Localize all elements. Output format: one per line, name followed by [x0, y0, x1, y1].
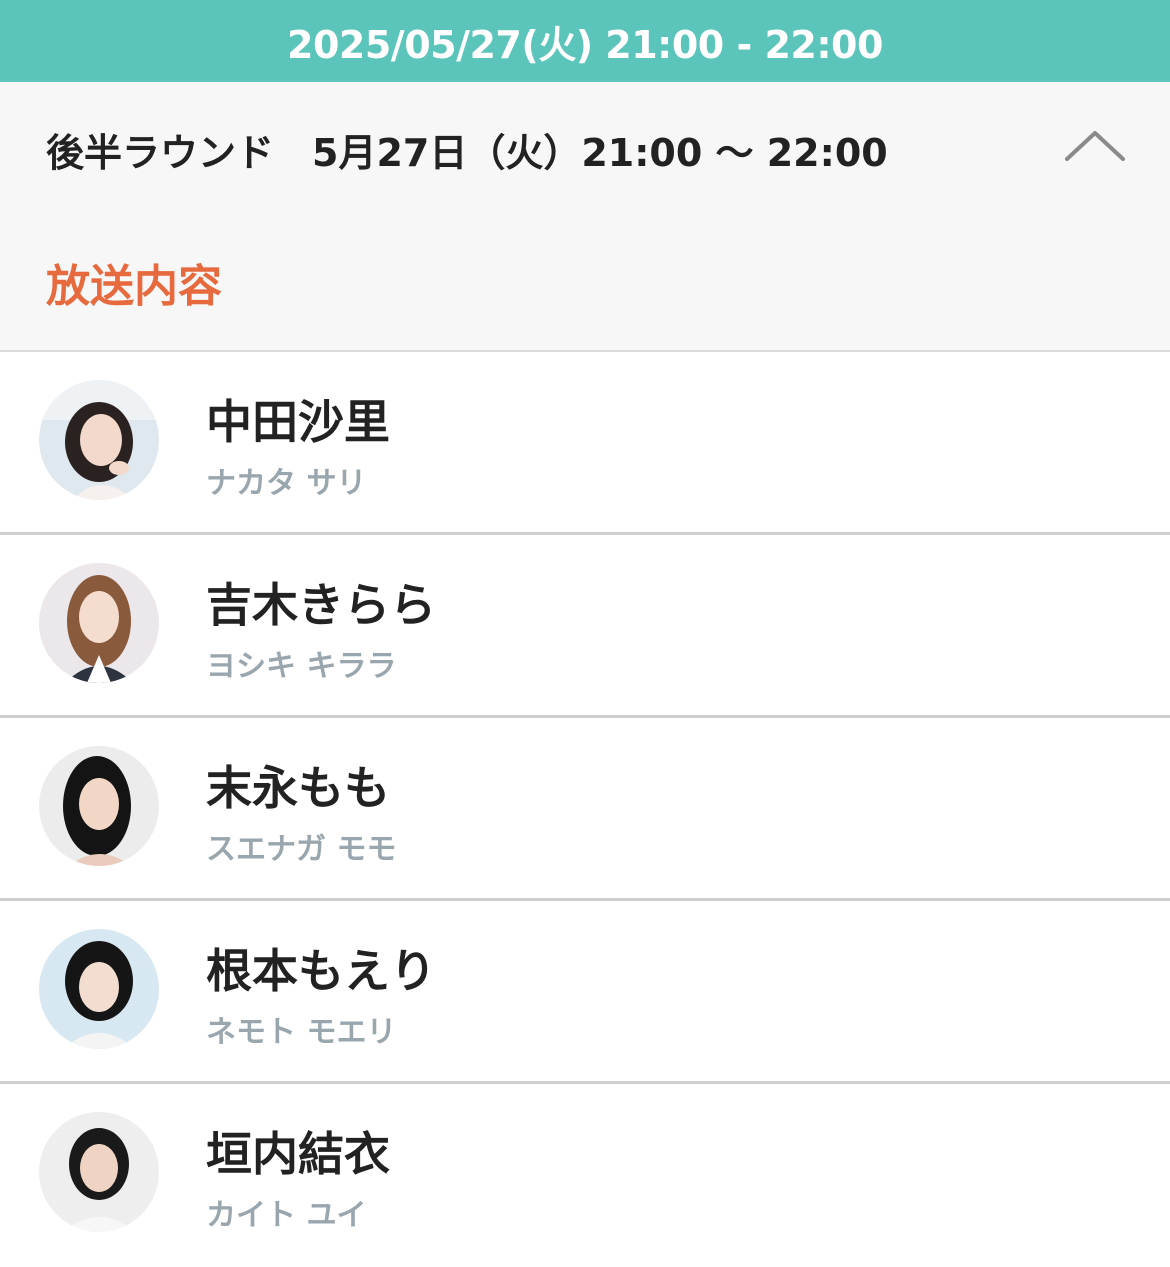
performer-kana: スエナガ モモ — [206, 832, 397, 867]
collapse-button[interactable] — [1058, 120, 1132, 170]
performer-kana: ネモト モエリ — [206, 1015, 397, 1050]
avatar — [39, 746, 159, 866]
performer-name: 根本もえり — [206, 944, 436, 998]
performer-name: 垣内結衣 — [206, 1127, 390, 1181]
schedule-datetime: 2025/05/27(火) 21:00 - 22:00 — [287, 22, 883, 67]
avatar — [39, 929, 159, 1049]
performer-kana: ナカタ サリ — [206, 466, 367, 501]
performer-row[interactable]: 根本もえり ネモト モエリ — [0, 901, 1170, 1084]
avatar — [39, 563, 159, 683]
performer-kana: ヨシキ キララ — [206, 649, 397, 684]
broadcast-content-label: 放送内容 — [46, 261, 222, 312]
round-title[interactable]: 後半ラウンド 5月27日（火）21:00 〜 22:00 — [46, 122, 888, 177]
avatar — [39, 380, 159, 500]
performer-name: 末永もも — [206, 761, 390, 815]
round-section: 後半ラウンド 5月27日（火）21:00 〜 22:00 放送内容 — [0, 82, 1170, 352]
chevron-up-icon — [1065, 131, 1125, 161]
performer-row[interactable]: 末永もも スエナガ モモ — [0, 718, 1170, 901]
performer-row[interactable]: 垣内結衣 カイト ユイ — [0, 1084, 1170, 1267]
performer-name: 中田沙里 — [206, 395, 390, 449]
performer-list: 中田沙里 ナカタ サリ 吉木きらら ヨシキ キララ 末永もも スエナガ モモ 根… — [0, 352, 1170, 1267]
performer-kana: カイト ユイ — [206, 1198, 367, 1233]
avatar — [39, 1112, 159, 1232]
performer-row[interactable]: 吉木きらら ヨシキ キララ — [0, 535, 1170, 718]
performer-name: 吉木きらら — [206, 578, 436, 632]
performer-row[interactable]: 中田沙里 ナカタ サリ — [0, 352, 1170, 535]
schedule-header: 2025/05/27(火) 21:00 - 22:00 — [0, 0, 1170, 82]
